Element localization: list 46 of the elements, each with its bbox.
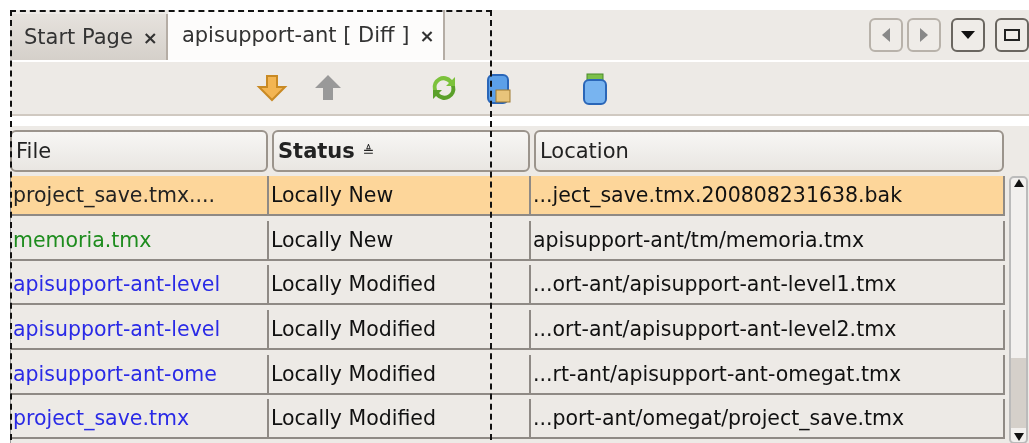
scrollbar[interactable] <box>1009 176 1028 443</box>
file-name: apisupport-ant-level <box>13 317 221 341</box>
table-cell[interactable]: project_save.tmx.... <box>11 176 269 216</box>
close-icon[interactable]: × <box>142 26 158 48</box>
table-cell[interactable]: apisupport-ant-level <box>11 310 269 350</box>
table-cell[interactable]: ...port-ant/omegat/project_save.tmx <box>531 399 1005 440</box>
sort-icon: ≜ <box>362 143 375 159</box>
scroll-right-button[interactable] <box>907 18 941 52</box>
table-cell[interactable]: apisupport-ant/tm/memoria.tmx <box>531 220 1005 261</box>
file-name: apisupport-ant-level <box>13 272 221 297</box>
scroll-up-icon[interactable] <box>1012 178 1025 188</box>
table-cell[interactable]: Locally New <box>269 176 531 216</box>
scroll-left-button[interactable] <box>869 18 903 52</box>
column-header[interactable]: Status ≜ <box>272 130 530 172</box>
table-cell[interactable]: apisupport-ant-ome <box>11 354 269 395</box>
maximize-icon[interactable] <box>1004 29 1020 41</box>
table-cell[interactable]: ...ort-ant/apisupport-ant-level1.tmx <box>531 265 1005 306</box>
dropdown-button[interactable] <box>951 18 985 52</box>
table-cell[interactable]: ...ort-ant/apisupport-ant-level2.tmx <box>531 310 1005 350</box>
table-cell[interactable]: Locally Modified <box>269 310 531 350</box>
database-icon[interactable] <box>486 72 512 106</box>
tab[interactable]: apisupport-ant [ Diff ] × <box>167 10 445 60</box>
left-arrow-icon[interactable] <box>881 28 891 42</box>
table-cell[interactable]: Locally Modified <box>269 399 531 440</box>
table-cell[interactable]: project_save.tmx <box>11 399 269 440</box>
table-cell[interactable]: Locally Modified <box>269 265 531 306</box>
caret-icon[interactable] <box>961 31 975 39</box>
table-cell[interactable]: apisupport-ant-level <box>11 265 269 306</box>
maximize-button[interactable] <box>995 18 1029 52</box>
table-cell[interactable]: Locally New <box>269 220 531 261</box>
tab[interactable]: Start Page × <box>10 14 168 60</box>
column-header[interactable]: Location <box>534 130 1004 172</box>
close-icon[interactable]: × <box>419 24 435 46</box>
table-cell[interactable]: memoria.tmx <box>11 220 269 261</box>
file-name: project_save.tmx <box>13 406 190 431</box>
file-name: apisupport-ant-ome <box>13 361 217 386</box>
right-arrow-icon[interactable] <box>919 28 929 42</box>
table-cell[interactable]: ...ject_save.tmx.200808231638.bak <box>531 176 1005 216</box>
scroll-down-icon[interactable] <box>1012 432 1025 442</box>
table-cell[interactable]: ...rt-ant/apisupport-ant-omegat.tmx <box>531 354 1005 395</box>
file-name: project_save.tmx.... <box>13 183 216 207</box>
scrollbar-thumb[interactable] <box>1011 358 1026 428</box>
table-cell[interactable]: Locally Modified <box>269 354 531 395</box>
arrow-down-icon[interactable] <box>256 72 288 104</box>
file-name: memoria.tmx <box>13 227 152 252</box>
column-header[interactable]: File <box>10 130 268 172</box>
